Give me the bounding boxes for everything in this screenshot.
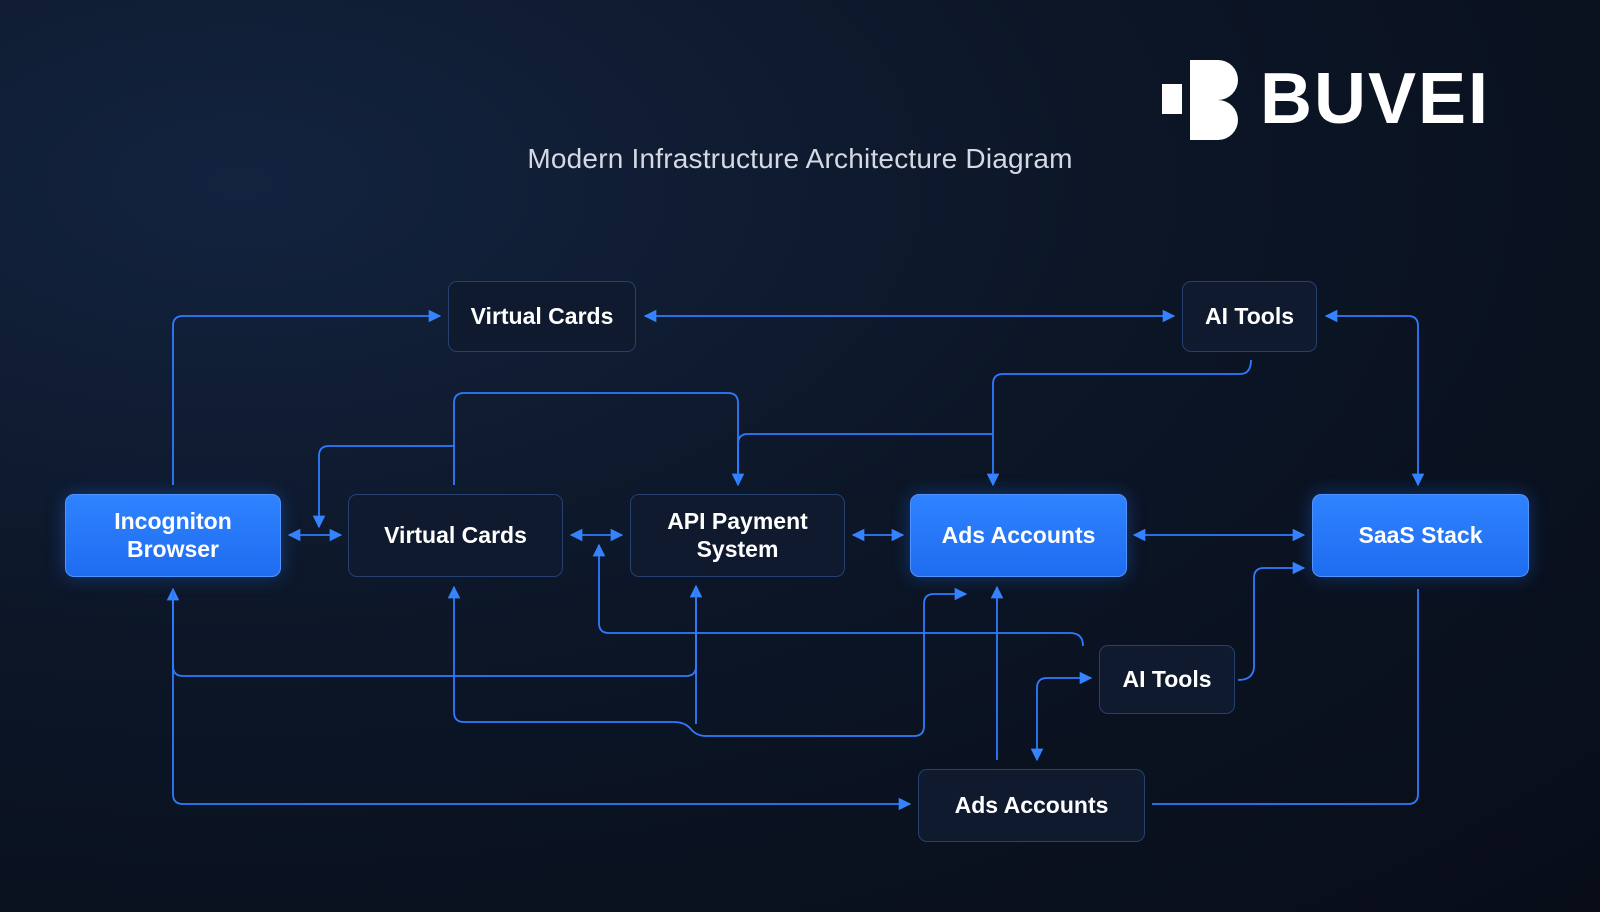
- node-label: Virtual Cards: [470, 302, 614, 329]
- connector-layer: [166, 309, 1425, 811]
- node-virtual-cards-mid[interactable]: Virtual Cards: [348, 494, 563, 577]
- node-virtual-cards-top[interactable]: Virtual Cards: [448, 281, 636, 352]
- connector-virtual-cards-mid-to-ads-accounts: [447, 585, 968, 737]
- node-label: Ads Accounts: [941, 521, 1096, 548]
- node-ai-tools-top[interactable]: AI Tools: [1182, 281, 1317, 352]
- connector-ai-tools-bottom-ads-accounts-bottom: [1030, 671, 1093, 762]
- node-ai-tools-bottom[interactable]: AI Tools: [1099, 645, 1235, 714]
- node-label: SaaS Stack: [1358, 521, 1483, 548]
- node-ads-accounts-mid[interactable]: Ads Accounts: [910, 494, 1127, 577]
- connector-browser-loop: [166, 584, 703, 677]
- node-label: AI Tools: [1204, 302, 1294, 329]
- connector-virtual-cards-mid-to-api-payment: [453, 392, 739, 485]
- node-ads-accounts-bottom[interactable]: Ads Accounts: [918, 769, 1145, 842]
- node-label: Incogniton Browser: [114, 507, 232, 562]
- connector-browser-to-virtual-cards-top: [172, 309, 442, 485]
- node-label: AI Tools: [1122, 665, 1212, 692]
- connector-ads-accounts-to-api-payment: [731, 433, 993, 487]
- node-incognito-browser[interactable]: Incogniton Browser: [65, 494, 281, 577]
- connector-ai-tools-top-saas-stack: [1324, 309, 1425, 487]
- connector-ai-tools-top-to-ads-accounts-mid: [986, 359, 1252, 487]
- node-label: Virtual Cards: [384, 521, 527, 548]
- node-label: API Payment System: [667, 507, 808, 562]
- connector-browser-to-ads-accounts-bottom: [172, 589, 912, 811]
- node-saas-stack[interactable]: SaaS Stack: [1312, 494, 1529, 577]
- node-label: Ads Accounts: [954, 791, 1109, 818]
- connector-ai-tools-bottom-to-saas-stack: [1237, 561, 1306, 681]
- node-api-payment-system[interactable]: API Payment System: [630, 494, 845, 577]
